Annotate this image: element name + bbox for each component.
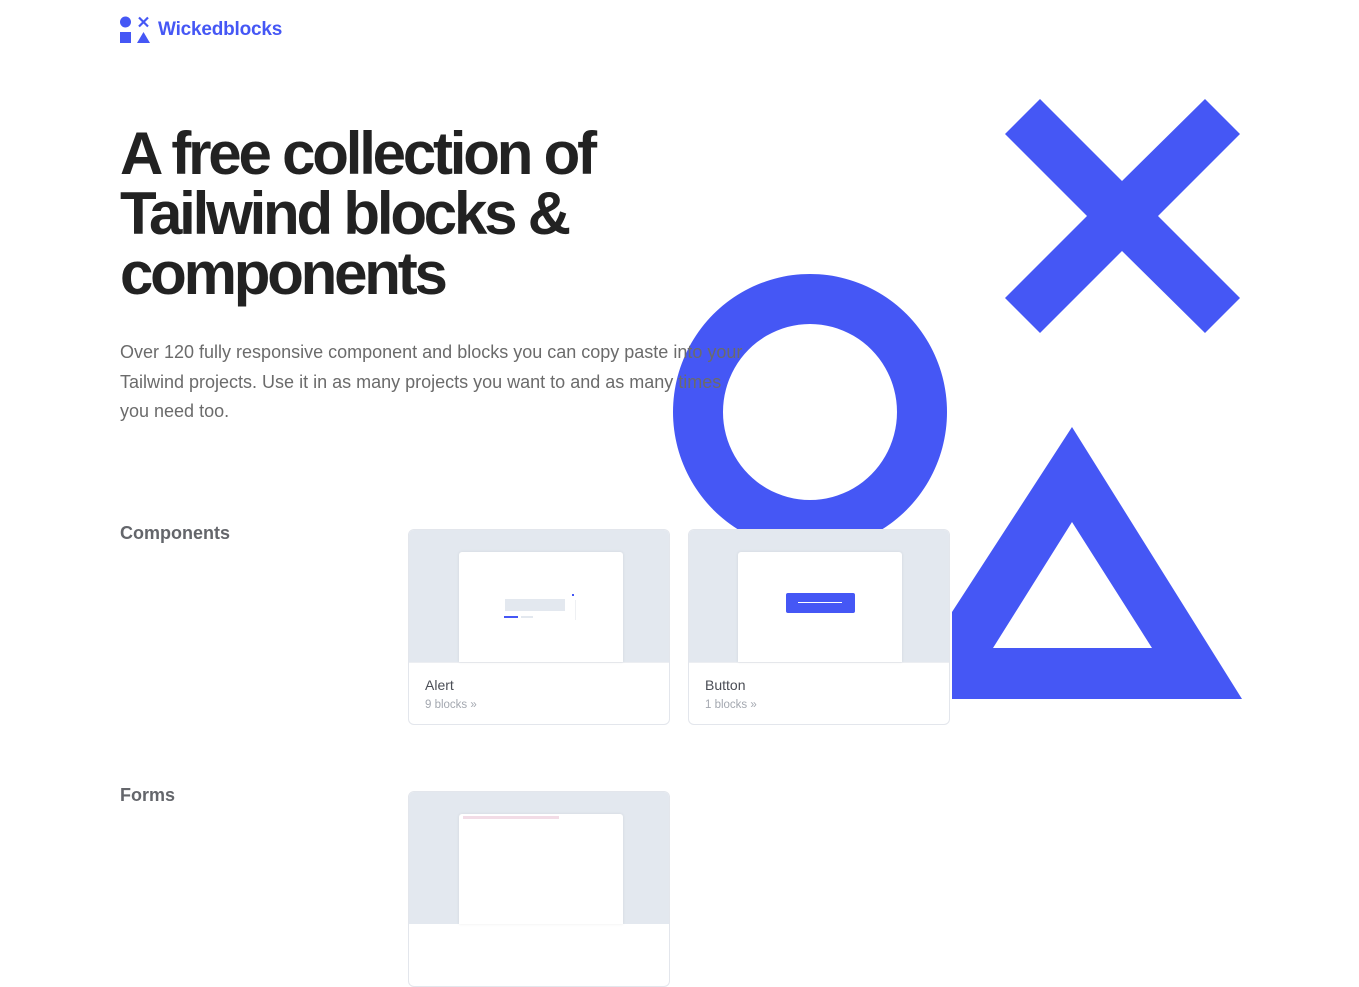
card-block-count[interactable]: 9 blocks » xyxy=(425,699,653,711)
triangle-shape-icon xyxy=(952,427,1242,699)
section-label-components: Components xyxy=(120,523,230,543)
card-button[interactable]: Button 1 blocks » xyxy=(688,529,950,725)
card-title: Alert xyxy=(425,677,454,693)
logo-shapes-icon xyxy=(120,16,150,43)
card-preview xyxy=(689,530,949,662)
section-label-forms: Forms xyxy=(120,785,176,805)
hero-title: A free collection of Tailwind blocks & c… xyxy=(120,124,720,304)
brand-logo[interactable]: Wickedblocks xyxy=(120,16,282,44)
hero-description-line: Tailwind projects. Use it in as many pro… xyxy=(120,371,722,392)
card-title: Button xyxy=(705,677,746,693)
hero-title-line: Tailwind blocks & xyxy=(120,180,571,247)
card-body: Button 1 blocks » xyxy=(689,662,949,724)
card-body: Alert 9 blocks » xyxy=(409,662,669,724)
card-block-count[interactable]: 1 blocks » xyxy=(705,699,933,711)
card-alert[interactable]: Alert 9 blocks » xyxy=(408,529,670,725)
hero-description-line: you need too. xyxy=(120,401,230,421)
hero-title-line: components xyxy=(120,240,448,307)
brand-name: Wickedblocks xyxy=(158,19,283,40)
card-forms-preview[interactable] xyxy=(408,791,670,987)
forms-preview-thumbnail xyxy=(459,814,623,924)
hero-title-line: A free collection of xyxy=(120,120,597,187)
alert-preview-thumbnail xyxy=(459,552,623,662)
x-shape-icon xyxy=(1005,99,1240,333)
hero-description: Over 120 fully responsive component and … xyxy=(120,338,792,427)
hero-description-line: Over 120 fully responsive component and … xyxy=(120,342,743,362)
button-preview-thumbnail xyxy=(738,552,902,662)
card-preview xyxy=(409,792,669,924)
card-preview xyxy=(409,530,669,662)
